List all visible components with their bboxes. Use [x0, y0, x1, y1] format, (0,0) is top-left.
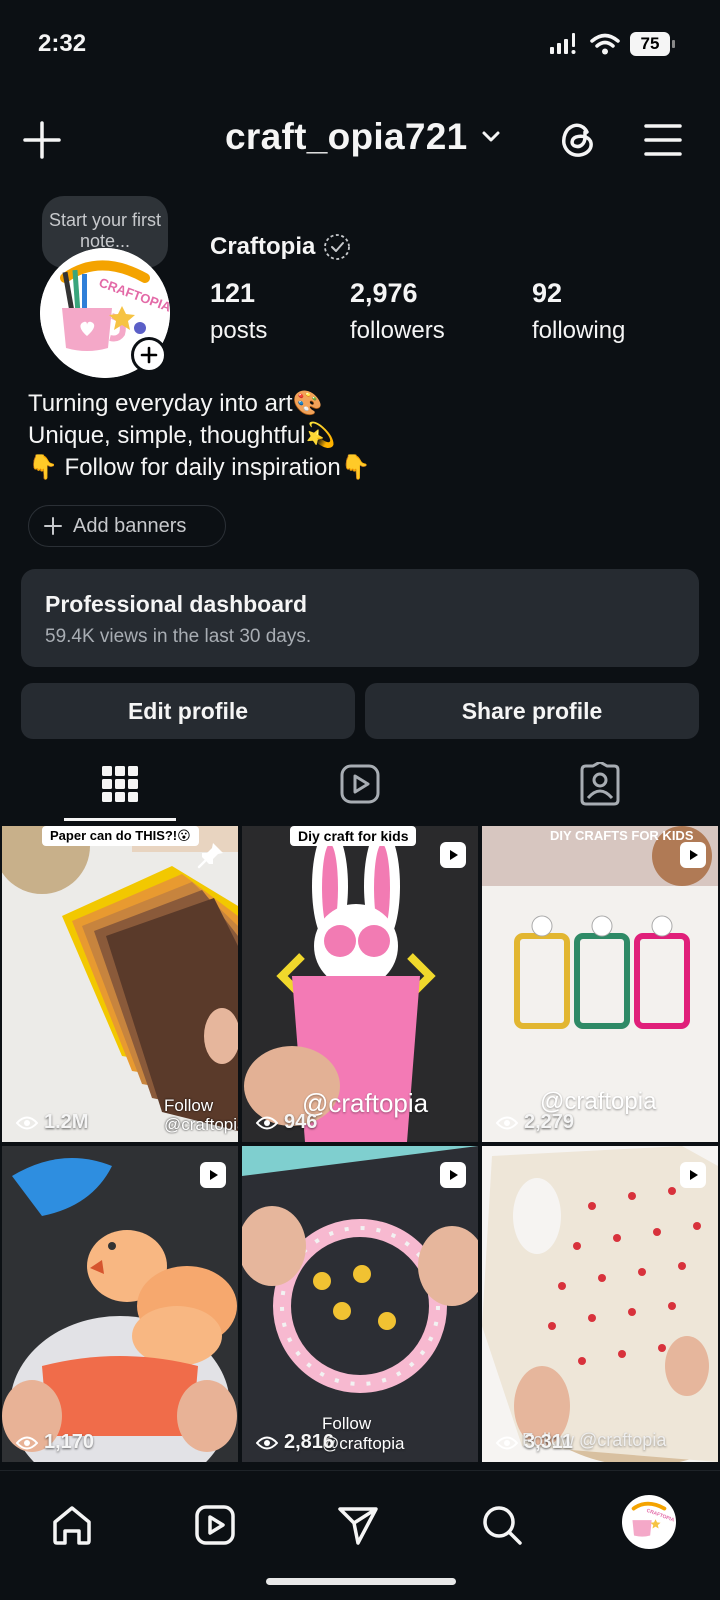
- reel-badge-icon: [680, 842, 706, 868]
- active-tab-indicator: [64, 818, 176, 821]
- stat-following[interactable]: 92 following: [532, 278, 625, 345]
- view-count: 1.2M: [16, 1111, 88, 1134]
- display-name: Craftopia: [210, 233, 351, 261]
- view-count-value: 3,311: [524, 1431, 573, 1453]
- post-thumbnail[interactable]: Paper can do THIS?!😮 Follow @craftopia 1…: [2, 826, 238, 1142]
- display-name-text: Craftopia: [210, 233, 316, 260]
- chevron-down-icon: [482, 131, 500, 142]
- post-top-text: Paper can do THIS?!😮: [42, 826, 199, 846]
- reels-icon[interactable]: [193, 1503, 237, 1547]
- username: craft_opia721: [225, 116, 468, 157]
- post-image: [2, 1146, 238, 1462]
- add-banners-button[interactable]: Add banners: [28, 505, 226, 547]
- wifi-icon: [590, 33, 620, 55]
- reel-badge-icon: [680, 1162, 706, 1188]
- professional-dashboard[interactable]: Professional dashboard 59.4K views in th…: [21, 569, 699, 667]
- stat-followers[interactable]: 2,976 followers: [350, 278, 445, 345]
- craftopia-logo: CRAFTOPIA: [624, 1497, 674, 1547]
- stat-value: 121: [210, 278, 256, 308]
- status-icons: 75: [550, 32, 675, 56]
- verified-badge-outline-icon[interactable]: [323, 233, 351, 261]
- bio: Turning everyday into art🎨 Unique, simpl…: [28, 388, 371, 484]
- battery-indicator: 75: [630, 32, 675, 56]
- eye-icon: [16, 1116, 38, 1129]
- stat-label: followers: [350, 317, 445, 344]
- eye-icon: [256, 1116, 278, 1129]
- signal-icon: [550, 33, 576, 54]
- post-thumbnail[interactable]: 1,170: [2, 1146, 238, 1462]
- stat-label: following: [532, 317, 626, 344]
- grid-icon[interactable]: [98, 762, 142, 806]
- view-count-value: 1,170: [44, 1431, 95, 1453]
- edit-profile-button[interactable]: Edit profile: [21, 683, 355, 739]
- view-count: 2,816: [256, 1431, 334, 1454]
- stat-value: 2,976: [350, 278, 418, 308]
- send-icon[interactable]: [336, 1503, 380, 1547]
- stat-value: 92: [532, 278, 563, 308]
- eye-icon: [256, 1436, 278, 1449]
- view-count-value: 946: [284, 1111, 318, 1133]
- add-story-button[interactable]: [131, 337, 167, 373]
- post-top-text: Diy craft for kids: [290, 826, 417, 846]
- share-profile-button[interactable]: Share profile: [365, 683, 699, 739]
- post-thumbnail[interactable]: Follow @craftopia 2,816: [242, 1146, 478, 1462]
- view-count: 2,279: [496, 1111, 574, 1134]
- reel-badge-icon: [440, 842, 466, 868]
- eye-icon: [496, 1436, 518, 1449]
- home-indicator: [266, 1578, 456, 1585]
- plus-icon[interactable]: [22, 120, 62, 160]
- view-count-value: 1.2M: [44, 1111, 89, 1133]
- eye-icon: [496, 1116, 518, 1129]
- home-icon[interactable]: [50, 1503, 94, 1547]
- profile-tabs: [0, 752, 720, 822]
- account-switcher[interactable]: craft_opia721: [225, 116, 501, 158]
- plus-icon: [140, 346, 158, 364]
- bio-line: Turning everyday into art🎨: [28, 390, 323, 417]
- view-count: 3,311: [496, 1431, 573, 1454]
- pin-icon: [197, 843, 223, 869]
- eye-icon: [16, 1436, 38, 1449]
- post-image: [482, 1146, 718, 1462]
- bio-line: 👇 Follow for daily inspiration👇: [28, 454, 371, 481]
- post-overlay-text: Follow @craftopia: [322, 1414, 405, 1453]
- profile-tab-avatar[interactable]: CRAFTOPIA: [622, 1495, 676, 1549]
- status-bar: 2:32 75: [0, 0, 720, 90]
- view-count: 1,170: [16, 1431, 94, 1454]
- reel-badge-icon: [440, 1162, 466, 1188]
- post-overlay-text: @craftopia: [302, 1088, 429, 1118]
- post-thumbnail[interactable]: DIY CRAFTS FOR KIDS @craftopia 2,279: [482, 826, 718, 1142]
- stat-posts[interactable]: 121 posts: [210, 278, 267, 345]
- menu-icon[interactable]: [644, 122, 682, 158]
- dashboard-subtitle: 59.4K views in the last 30 days.: [45, 626, 312, 647]
- tagged-icon[interactable]: [578, 762, 622, 806]
- add-banners-label: Add banners: [73, 514, 187, 537]
- view-count-value: 2,279: [524, 1111, 575, 1133]
- view-count: 946: [256, 1111, 317, 1134]
- post-overlay-text: Follow @craftopia: [164, 1096, 238, 1134]
- post-thumbnail[interactable]: Diy craft for kids @craftopia 946: [242, 826, 478, 1142]
- status-time: 2:32: [38, 30, 87, 57]
- bio-line: Unique, simple, thoughtful💫: [28, 422, 336, 449]
- post-thumbnail[interactable]: Follow @craftopia 3,311: [482, 1146, 718, 1462]
- dashboard-title: Professional dashboard: [45, 591, 308, 617]
- post-top-text: DIY CRAFTS FOR KIDS: [550, 828, 694, 843]
- plus-icon: [44, 517, 62, 535]
- reel-badge-icon: [200, 1162, 226, 1188]
- threads-icon[interactable]: [556, 118, 600, 162]
- profile-header: craft_opia721: [0, 110, 720, 170]
- reels-icon[interactable]: [338, 762, 382, 806]
- view-count-value: 2,816: [284, 1431, 335, 1453]
- post-image: [2, 826, 238, 1142]
- stat-label: posts: [210, 317, 268, 344]
- search-icon[interactable]: [480, 1503, 524, 1547]
